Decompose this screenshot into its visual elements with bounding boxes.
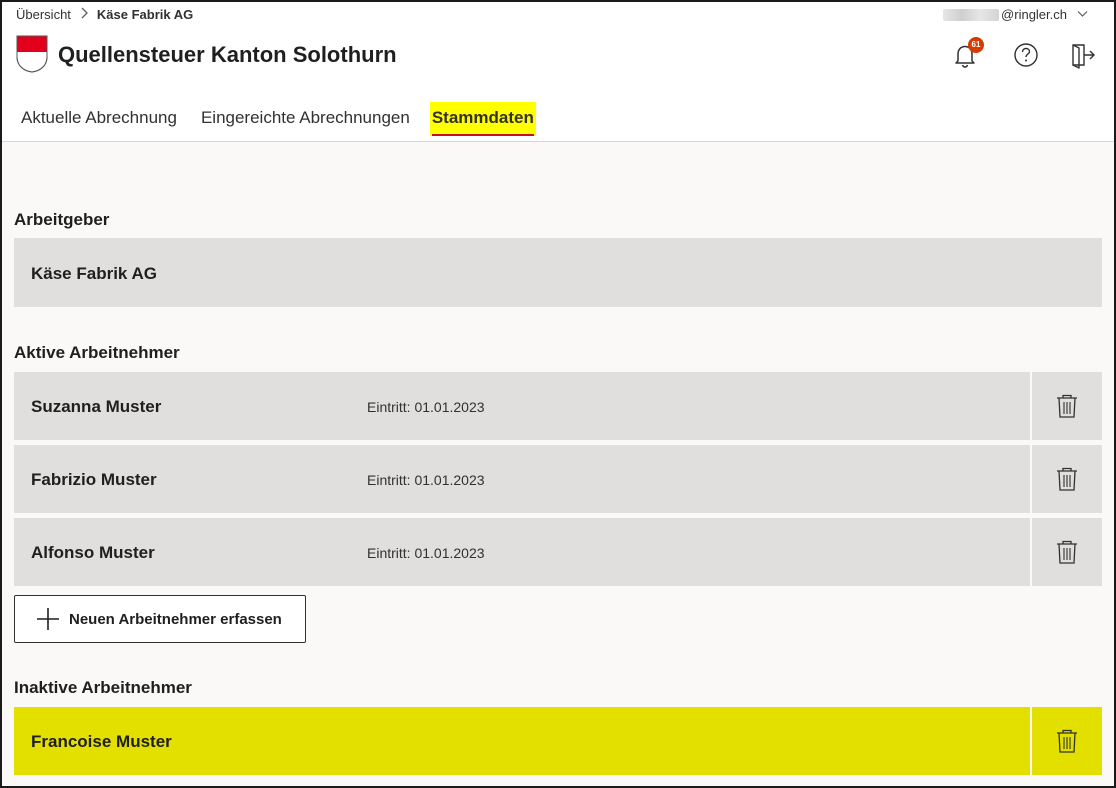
employee-name: Fabrizio Muster [31,470,157,489]
employee-entry-date: Eintritt: 01.01.2023 [367,545,485,561]
employer-name: Käse Fabrik AG [31,264,157,283]
table-row: Suzanna Muster Eintritt: 01.01.2023 [14,372,1102,440]
delete-employee-button[interactable] [1032,518,1102,586]
user-email: @ringler.ch [1001,7,1067,22]
inactive-employees-section-title: Inaktive Arbeitnehmer [14,678,192,697]
breadcrumb-home-link[interactable]: Übersicht [16,7,71,22]
redacted-username [943,8,1000,21]
plus-icon [37,608,59,630]
breadcrumb-current: Käse Fabrik AG [96,7,194,22]
employee-card[interactable]: Fabrizio Muster Eintritt: 01.01.2023 [14,445,1030,513]
trash-icon [1057,467,1077,491]
trash-icon [1057,394,1077,418]
employee-entry-date: Eintritt: 01.01.2023 [367,399,485,415]
chevron-down-icon[interactable] [1077,9,1088,21]
header: Übersicht Käse Fabrik AG @ringler.ch Que… [2,2,1114,142]
employee-card[interactable]: Alfonso Muster Eintritt: 01.01.2023 [14,518,1030,586]
employer-section-title: Arbeitgeber [14,210,110,229]
employee-card[interactable]: Suzanna Muster Eintritt: 01.01.2023 [14,372,1030,440]
table-row: Francoise Muster [14,707,1102,775]
employee-name: Suzanna Muster [31,397,162,416]
chevron-right-icon [79,7,89,22]
trash-icon [1057,540,1077,564]
add-employee-button[interactable]: Neuen Arbeitnehmer erfassen [14,595,306,643]
notification-badge: 61 [968,37,984,53]
tab-bar: Aktuelle Abrechnung Eingereichte Abrechn… [21,102,560,136]
employer-card[interactable]: Käse Fabrik AG [14,238,1102,307]
employee-name: Alfonso Muster [31,543,155,562]
help-icon[interactable] [1011,40,1041,70]
page-title: Quellensteuer Kanton Solothurn [58,42,397,67]
tab-stammdaten[interactable]: Stammdaten [429,102,536,136]
logout-icon[interactable] [1068,40,1098,70]
employee-card[interactable]: Francoise Muster [14,707,1030,775]
employee-name: Francoise Muster [31,732,172,751]
delete-employee-button[interactable] [1032,707,1102,775]
table-row: Alfonso Muster Eintritt: 01.01.2023 [14,518,1102,586]
solothurn-crest-icon [16,35,48,73]
table-row: Fabrizio Muster Eintritt: 01.01.2023 [14,445,1102,513]
tab-eingereichte-abrechnungen[interactable]: Eingereichte Abrechnungen [201,102,410,136]
active-employees-section-title: Aktive Arbeitnehmer [14,343,180,362]
breadcrumb: Übersicht Käse Fabrik AG [16,7,193,22]
app-window: Übersicht Käse Fabrik AG @ringler.ch Que… [0,0,1116,788]
trash-icon [1057,729,1077,753]
user-menu[interactable]: @ringler.ch [943,7,1088,22]
tab-aktuelle-abrechnung[interactable]: Aktuelle Abrechnung [21,102,177,136]
add-employee-label: Neuen Arbeitnehmer erfassen [69,610,282,628]
employee-entry-date: Eintritt: 01.01.2023 [367,472,485,488]
delete-employee-button[interactable] [1032,445,1102,513]
delete-employee-button[interactable] [1032,372,1102,440]
